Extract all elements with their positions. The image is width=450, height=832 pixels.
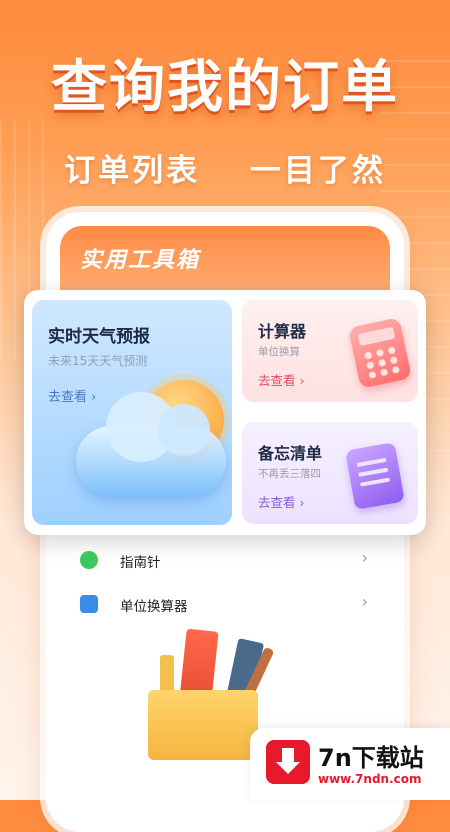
ruler-icon — [80, 595, 98, 613]
cloud-icon — [76, 392, 226, 496]
subline-left: 订单列表 — [64, 153, 201, 189]
chevron-right-icon: › — [361, 548, 368, 567]
section-title: 实用工具箱 — [80, 248, 201, 273]
subline-right: 一目了然 — [249, 153, 386, 189]
watermark-url: www.7ndn.com — [318, 772, 422, 786]
download-icon — [266, 740, 310, 784]
weather-view-link[interactable]: 去查看 › — [48, 386, 96, 405]
calculator-title: 计算器 — [258, 322, 307, 341]
tools-card: 实时天气预报 未来15天天气预测 去查看 › 计算器 单位换算 去查看 › 备忘… — [24, 290, 426, 535]
compass-icon — [80, 551, 98, 569]
calculator-tool-card[interactable]: 计算器 单位换算 去查看 › — [242, 300, 418, 402]
calculator-subtitle: 单位换算 — [258, 346, 300, 358]
weather-tool-card[interactable]: 实时天气预报 未来15天天气预测 去查看 › — [32, 300, 232, 525]
weather-title: 实时天气预报 — [48, 327, 150, 347]
memo-subtitle: 不再丢三落四 — [258, 468, 321, 480]
memo-title: 备忘清单 — [258, 444, 323, 463]
list-item-label: 单位换算器 — [120, 599, 188, 615]
weather-subtitle: 未来15天天气预测 — [48, 354, 148, 368]
calculator-view-link[interactable]: 去查看 › — [258, 370, 304, 389]
notepad-icon — [345, 442, 405, 510]
headline: 查询我的订单 — [51, 55, 399, 120]
watermark: 7n下载站 www.7ndn.com — [250, 728, 450, 800]
watermark-name: 7n下载站 — [318, 744, 424, 772]
list-item-label: 指南针 — [120, 555, 161, 571]
memo-tool-card[interactable]: 备忘清单 不再丢三落四 去查看 › — [242, 422, 418, 524]
toolbox-illustration — [148, 690, 258, 760]
list-item-compass[interactable]: 指南针 › — [80, 545, 370, 575]
subline: 订单列表 一目了然 — [0, 145, 450, 190]
calculator-icon — [348, 317, 412, 389]
memo-view-link[interactable]: 去查看 › — [258, 492, 304, 511]
chevron-right-icon: › — [361, 592, 368, 611]
list-item-unit-converter[interactable]: 单位换算器 › — [80, 589, 370, 619]
